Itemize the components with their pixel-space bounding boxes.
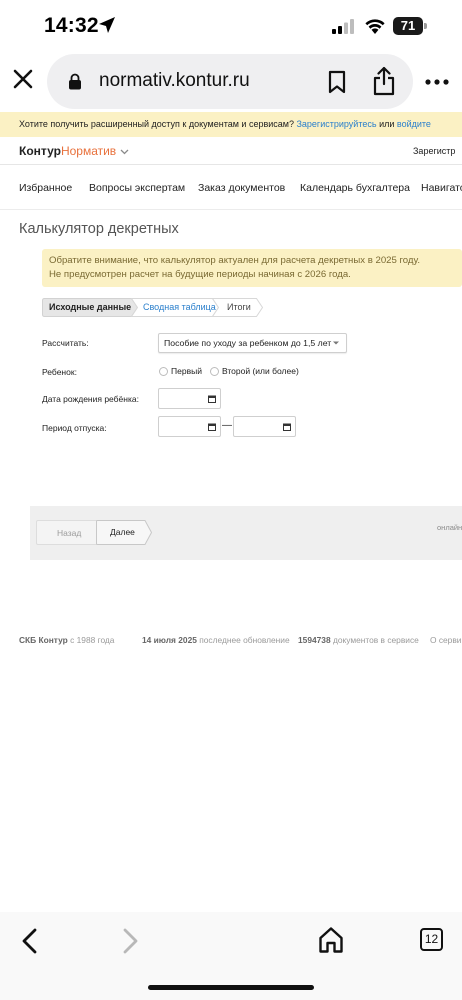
promo-banner: Хотите получить расширенный доступ к док… [0,112,462,137]
browser-address-bar: normativ.kontur.ru [0,54,462,110]
page-title: Калькулятор декретных [19,221,179,237]
share-icon[interactable] [372,66,396,96]
back-button-label: Назад [57,528,82,538]
cellular-signal-icon [332,19,354,34]
next-button[interactable]: Далее [96,520,152,545]
calendar-icon[interactable] [208,395,216,403]
step-results[interactable]: Итоги [227,298,251,317]
child-second-label: Второй (или более) [222,366,299,376]
benefit-type-select[interactable]: Пособие по уходу за ребенком до 1,5 лет [158,333,347,353]
radio-circle[interactable] [210,367,219,376]
tabs-icon[interactable]: 12 [420,928,443,951]
main-nav: Избранное Вопросы экспертам Заказ докуме… [0,166,462,210]
nav-item-expert-questions[interactable]: Вопросы экспертам [89,182,185,194]
home-icon[interactable] [318,926,344,954]
nav-item-navigator[interactable]: Навигато [421,182,462,194]
url-text[interactable]: normativ.kontur.ru [99,70,250,92]
bookmark-icon[interactable] [327,70,347,94]
dropdown-arrow-icon [333,341,339,345]
child-second-radio[interactable]: Второй (или более) [210,366,305,378]
product-switcher[interactable]: КонтурНорматив [19,144,129,158]
wifi-icon [365,19,385,34]
calendar-icon[interactable] [283,423,291,431]
radio-circle[interactable] [159,367,168,376]
child-first-radio[interactable]: Первый [159,366,209,378]
register-link[interactable]: Зарегистрируйтесь [296,119,376,129]
step-summary-table[interactable]: Сводная таблица [143,298,216,317]
notice-line-1: Обратите внимание, что калькулятор актуа… [49,255,420,266]
banner-or: или [379,119,395,129]
banner-text: Хотите получить расширенный доступ к док… [19,119,294,129]
footer-since: с 1988 года [70,635,115,645]
login-link[interactable]: войдите [397,119,431,129]
nav-item-accountant-calendar[interactable]: Календарь бухгалтера [300,182,410,194]
birth-date-label: Дата рождения ребёнка: [42,394,139,404]
browser-toolbar: 12 [0,912,462,1000]
battery-level: 71 [400,18,416,33]
footer-update: 14 июля 2025 последнее обновление [142,635,290,645]
calculate-label: Рассчитать: [42,338,89,348]
status-time: 14:32 [44,14,99,37]
footer-company: СКБ Контур с 1988 года [19,635,114,645]
footer-docs: 1594738 документов в сервисе [298,635,419,645]
back-button[interactable]: Назад [36,520,98,545]
logo-brand: Контур [19,144,61,158]
leave-start-date-input[interactable] [158,416,221,437]
site-header: КонтурНорматив Зарегистр [0,140,462,165]
nav-item-favorites[interactable]: Избранное [19,182,72,194]
period-separator: — [222,420,232,431]
more-icon[interactable] [424,78,450,86]
notice-box: Обратите внимание, что калькулятор актуа… [42,249,462,287]
forward-icon[interactable] [120,928,140,954]
chevron-down-icon [120,149,129,155]
header-register-link[interactable]: Зарегистр [413,146,455,156]
birth-date-input[interactable] [158,388,221,409]
child-label: Ребенок: [42,367,77,377]
calendar-icon[interactable] [208,423,216,431]
benefit-type-value: Пособие по уходу за ребенком до 1,5 лет [164,338,332,348]
step-source-data[interactable]: Исходные данные [49,298,131,317]
leave-period-label: Период отпуска: [42,423,107,433]
footer-date: 14 июля 2025 [142,635,197,645]
url-field[interactable]: normativ.kontur.ru [47,54,413,109]
footer-company-name: СКБ Контур [19,635,68,645]
footer-updated-label: последнее обновление [199,635,290,645]
close-icon[interactable] [10,66,36,92]
nav-item-document-orders[interactable]: Заказ документов [198,182,285,194]
online-consultant-text[interactable]: онлайн [437,523,462,532]
notice-line-2: Не предусмотрен расчет на будущие период… [49,269,351,280]
child-first-label: Первый [171,366,202,376]
footer-about-link[interactable]: О серви [430,635,461,645]
logo-product: Норматив [60,144,117,158]
leave-end-date-input[interactable] [233,416,296,437]
back-icon[interactable] [20,928,40,954]
tabs-count: 12 [424,932,439,946]
lock-icon [69,73,81,90]
footer-docs-label: документов в сервисе [332,635,419,645]
location-arrow-icon [99,17,115,33]
next-button-label: Далее [110,527,135,537]
footer-docs-count: 1594738 [298,635,331,645]
home-indicator [148,985,314,990]
online-line-2: онлайн [437,523,462,532]
battery-icon: 71 [393,17,427,35]
status-bar: 14:32 71 [0,0,462,54]
